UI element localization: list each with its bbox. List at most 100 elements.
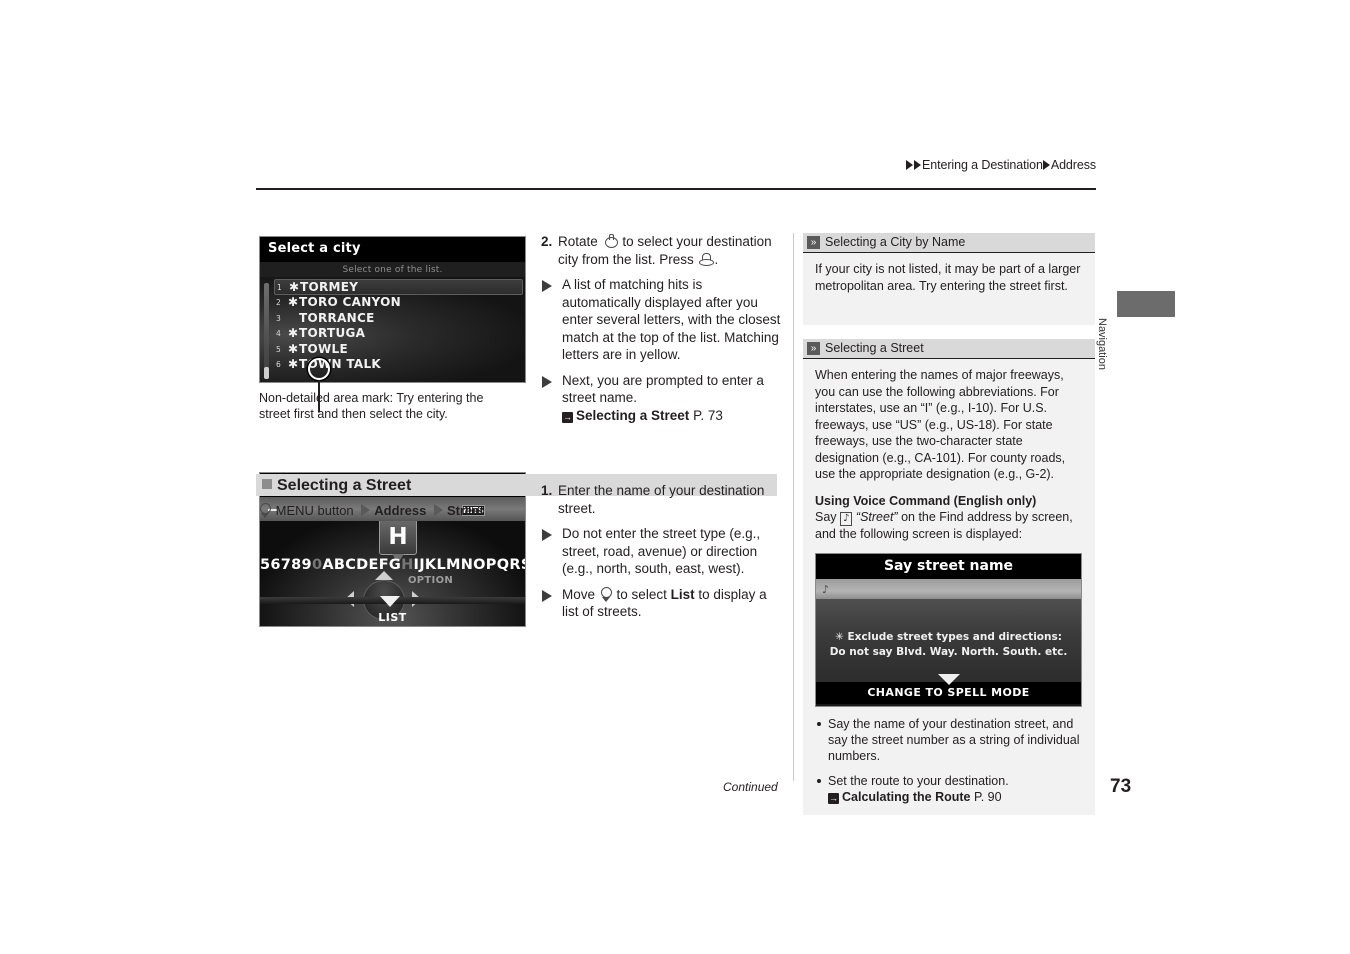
keyboard-letters-b: IJKLMNOPQRSTU [413, 557, 525, 573]
microphone-icon: ♪ [822, 582, 830, 596]
breadcrumb-item-2: Address [1050, 158, 1096, 172]
info-box-1-text: If your city is not listed, it may be pa… [815, 262, 1081, 293]
arrow-triangle-icon [542, 280, 552, 292]
figure-caption: Non-detailed area mark: Try entering the… [259, 391, 484, 421]
down-arrow-icon[interactable] [938, 673, 960, 685]
step-2-bullet-2-text: Next, you are prompted to enter a street… [562, 372, 764, 406]
cross-reference-icon: → [828, 792, 839, 804]
city-screen-title: Select a city [260, 237, 525, 262]
breadcrumb: Entering a Destination Address [906, 158, 1096, 172]
list-item-number: 1 [277, 283, 283, 292]
header-divider [256, 188, 1096, 190]
list-item[interactable]: 4 ✱TORTUGA [274, 326, 523, 342]
move-down-puck-icon [600, 586, 612, 602]
non-detailed-area-asterisk-icon: ✱ [288, 295, 299, 309]
info-box-1-heading-text: Selecting a City by Name [825, 235, 966, 249]
list-button[interactable]: LIST [260, 611, 525, 624]
step-2-number: 2. [541, 234, 553, 249]
section-tab-label: Navigation [1096, 318, 1108, 370]
list-item-label: TORTUGA [299, 326, 366, 340]
left-column: Select a city Select one of the list. 1 … [259, 236, 526, 627]
non-detailed-area-asterisk-icon: ✱ [288, 341, 299, 356]
menu-path-item-address: Address [374, 503, 427, 518]
list-item[interactable]: 1 ✱TORMEY [274, 279, 523, 295]
path-triangle-icon [433, 504, 443, 516]
say-screen-body: ✳ Exclude street types and directions: D… [816, 598, 1081, 685]
step-2-bullet-2: Next, you are prompted to enter a street… [541, 372, 781, 425]
rotary-knob-icon [604, 234, 618, 249]
menu-button-icon [259, 503, 271, 518]
info-box-2-body: When entering the names of major freeway… [803, 358, 1095, 815]
info-box-2-bullet-1: Say the name of your destination street,… [815, 716, 1085, 764]
scrollbar[interactable] [264, 283, 269, 379]
step-2: 2. Rotate to select your destination cit… [541, 233, 781, 268]
list-item-number: 6 [276, 360, 282, 369]
breadcrumb-triangle-icon [906, 159, 914, 170]
list-item-number: 4 [276, 329, 282, 338]
section-heading: Selecting a Street [262, 475, 411, 496]
voice-text-a: Say [815, 510, 837, 524]
say-screen-status-bar: ♪ [816, 578, 1081, 599]
say-screen-line-2: Do not say Blvd. Way. North. South. etc. [829, 645, 1068, 658]
double-chevron-icon: » [807, 236, 820, 249]
step-1-bullet-1-text: Do not enter the street type (e.g., stre… [562, 526, 761, 576]
on-screen-keyboard[interactable]: H 567890ABCDEFGHIJKLMNOPQRSTU OPTION DEL… [260, 521, 525, 626]
page-header: Entering a Destination Address [256, 158, 1096, 188]
info-box-2-bullet-2-text: Set the route to your destination. [828, 773, 1009, 788]
voice-command-text: Say ♪ “Street” on the Find address by sc… [815, 509, 1085, 543]
city-list: 1 ✱TORMEY 2 ✱TORO CANYON 3 TORRANCE 4 ✱T… [274, 279, 523, 373]
callout-leader-line [318, 380, 320, 412]
column-divider [793, 233, 794, 781]
step-1-text: Enter the name of your destination stree… [558, 483, 765, 516]
list-item-number: 3 [276, 313, 282, 323]
non-detailed-area-asterisk-icon: ✱ [289, 280, 300, 294]
keyboard-letter-current: H [401, 557, 414, 573]
path-triangle-icon [361, 504, 371, 516]
breadcrumb-item-1: Entering a Destination [922, 158, 1043, 172]
step-1-bullet-2-text-a: to select [616, 586, 667, 602]
menu-path: MENU button Address Street [258, 503, 484, 518]
arrow-triangle-icon [542, 375, 552, 388]
list-item[interactable]: 2 ✱TORO CANYON [274, 295, 523, 311]
non-detailed-area-asterisk-icon: ✱ [288, 326, 299, 340]
right-column: » Selecting a City by Name If your city i… [803, 233, 1095, 815]
step-1-bullet-2: Move to select List to display a list of… [541, 586, 781, 621]
step-2-text-c: . [714, 251, 719, 267]
list-item-number: 5 [276, 344, 282, 354]
non-detailed-area-asterisk-icon: ✱ [288, 357, 299, 371]
middle-column: 2. Rotate to select your destination cit… [541, 233, 781, 621]
selected-letter-popup: H [379, 521, 417, 563]
reference-page: P. 90 [973, 789, 1002, 804]
voice-mic-icon: ♪ [840, 512, 853, 526]
section-heading-text: Selecting a Street [277, 477, 412, 494]
press-puck-icon [698, 252, 714, 267]
list-keyword: List [670, 586, 695, 602]
city-screen-body: 1 ✱TORMEY 2 ✱TORO CANYON 3 TORRANCE 4 ✱T… [260, 277, 525, 382]
reference-title: Selecting a Street [576, 407, 690, 423]
say-screen-title: Say street name [816, 553, 1081, 579]
continued-label: Continued [723, 780, 778, 794]
info-box-1-heading: » Selecting a City by Name [803, 233, 1095, 252]
option-label[interactable]: OPTION [408, 575, 453, 586]
info-box-2-heading-text: Selecting a Street [825, 341, 924, 355]
page-number: 73 [1110, 776, 1132, 797]
list-item-number: 2 [276, 298, 282, 307]
say-street-name-screenshot: Say street name ♪ ✳ Exclude street types… [815, 552, 1082, 707]
step-1-bullet-1: Do not enter the street type (e.g., stre… [541, 525, 781, 578]
change-to-spell-mode-button[interactable]: CHANGE TO SPELL MODE [816, 681, 1081, 704]
info-box-2-heading: » Selecting a Street [803, 339, 1095, 358]
list-item-label: TORO CANYON [299, 295, 401, 309]
step-2-bullet-1-text: A list of matching hits is automatically… [562, 277, 781, 362]
list-item-label: TORRANCE [299, 310, 375, 325]
list-item[interactable]: 3 TORRANCE [274, 311, 523, 327]
info-box-2-bullet-1-text: Say the name of your destination street,… [828, 716, 1080, 763]
info-box-2-bullet-2: Set the route to your destination. → Calc… [815, 773, 1085, 805]
menu-path-item-street: Street [446, 503, 484, 518]
dial-up-arrow-icon[interactable] [375, 571, 393, 580]
breadcrumb-triangle-icon [1042, 159, 1050, 170]
dial-down-arrow-icon[interactable] [380, 596, 400, 607]
list-item[interactable]: 5 ✱TOWLE [274, 342, 523, 358]
cross-reference-icon: → [562, 411, 573, 423]
reference-title: Calculating the Route [842, 789, 971, 804]
